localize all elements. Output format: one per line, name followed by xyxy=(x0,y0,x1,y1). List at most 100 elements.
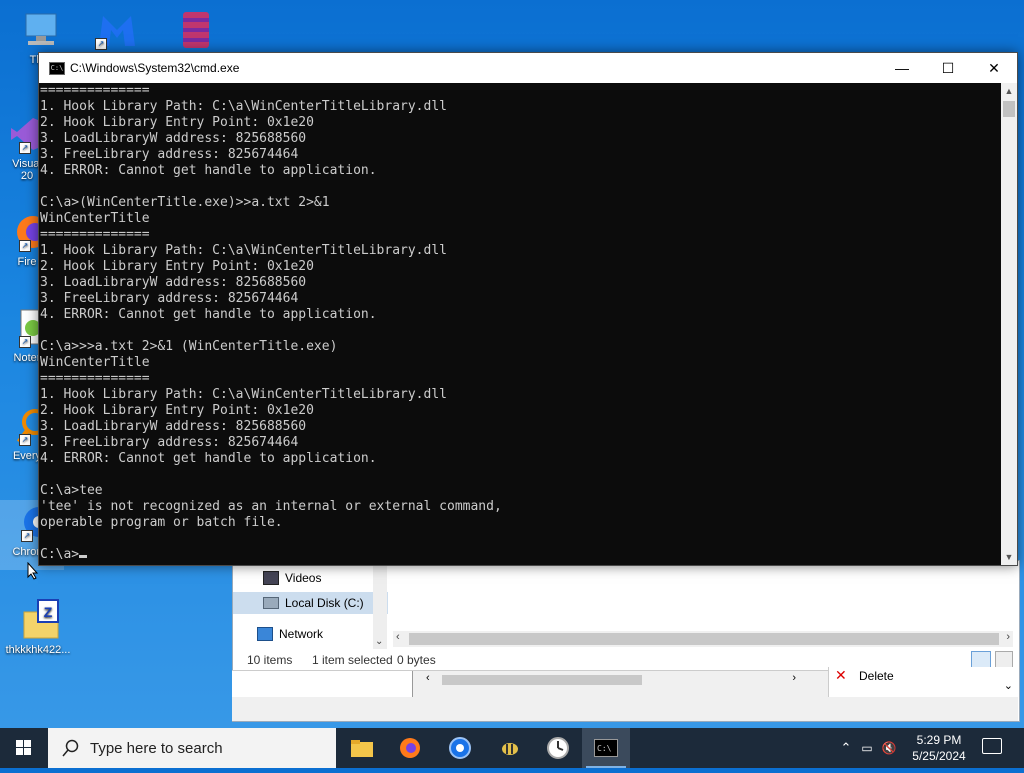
windows-logo-icon xyxy=(16,740,31,755)
explorer-nav-pane: Videos Local Disk (C:) Network ⌄ xyxy=(233,561,403,649)
console-line: 'tee' is not recognized as an internal o… xyxy=(40,499,502,514)
console-line: 3. LoadLibraryW address: 825688560 xyxy=(40,275,307,290)
close-button[interactable]: ✕ xyxy=(971,53,1017,83)
console-line: 1. Hook Library Path: C:\a\WinCenterTitl… xyxy=(40,243,447,258)
console-line: WinCenterTitle xyxy=(40,355,150,370)
chevron-left-icon[interactable]: ‹ xyxy=(396,631,400,643)
system-tray: ⌃ ▭ 🔇 xyxy=(836,728,900,768)
cmd-icon: C:\ xyxy=(594,739,618,757)
console-line: 2. Hook Library Entry Point: 0x1e20 xyxy=(40,115,314,130)
context-delete[interactable]: Delete xyxy=(859,669,894,683)
console-output[interactable]: ============== 1. Hook Library Path: C:\… xyxy=(39,83,1001,565)
shortcut-arrow-icon: ↗ xyxy=(19,434,31,446)
notifications-icon[interactable] xyxy=(982,738,1002,754)
chevron-up-icon[interactable]: ⌃ xyxy=(836,740,856,756)
console-prompt: C:\a> xyxy=(40,547,80,562)
selection-size: 0 bytes xyxy=(397,653,436,667)
chevron-right-icon[interactable]: › xyxy=(1006,631,1010,643)
console-line: 2. Hook Library Entry Point: 0x1e20 xyxy=(40,259,314,274)
start-button[interactable] xyxy=(0,728,48,768)
volume-muted-icon[interactable]: 🔇 xyxy=(878,741,900,755)
maximize-button[interactable]: ☐ xyxy=(925,53,971,83)
clock-icon xyxy=(547,737,569,759)
svg-text:C:\: C:\ xyxy=(597,744,612,753)
taskbar-clock[interactable]: 5:29 PM 5/25/2024 xyxy=(900,732,978,764)
title-bar[interactable]: C:\ C:\Windows\System32\cmd.exe — ☐ ✕ xyxy=(39,53,1017,83)
video-folder-icon xyxy=(263,571,279,585)
chevron-right-icon[interactable]: › xyxy=(792,672,796,684)
clock-date: 5/25/2024 xyxy=(912,749,966,763)
console-line: WinCenterTitle xyxy=(40,211,150,226)
scrollbar-thumb[interactable] xyxy=(1003,101,1015,117)
desktop-icon-zip-folder[interactable]: Z thkkkhk422... xyxy=(3,598,73,656)
taskbar-firefox[interactable] xyxy=(386,728,434,768)
zip-folder-icon: Z xyxy=(14,598,62,642)
taskbar-clock-app[interactable] xyxy=(534,728,582,768)
console-line: 1. Hook Library Path: C:\a\WinCenterTitl… xyxy=(40,387,447,402)
console-line: 2. Hook Library Entry Point: 0x1e20 xyxy=(40,403,314,418)
bee-app-icon xyxy=(502,743,518,755)
taskbar-search-box[interactable]: Type here to search xyxy=(48,728,336,768)
shortcut-arrow-icon: ↗ xyxy=(19,240,31,252)
desktop-icon-malwarebytes[interactable]: ↗ xyxy=(82,8,152,54)
scroll-down-arrow-icon[interactable]: ▼ xyxy=(1001,549,1017,565)
text-cursor xyxy=(79,555,88,558)
console-line: C:\a>>>a.txt 2>&1 (WinCenterTitle.exe) xyxy=(40,339,338,354)
item-count: 10 items xyxy=(247,653,293,667)
shortcut-arrow-icon: ↗ xyxy=(19,336,31,348)
console-line: ============== xyxy=(40,227,150,242)
search-placeholder: Type here to search xyxy=(90,739,223,757)
second-explorer-window: ‹ › ✕ Delete ⌄ xyxy=(232,667,1019,721)
left-pane xyxy=(232,671,413,697)
console-line: 3. LoadLibraryW address: 825688560 xyxy=(40,131,307,146)
svg-text:Z: Z xyxy=(44,604,53,620)
chevron-down-icon[interactable]: ⌄ xyxy=(1004,679,1013,692)
horizontal-scrollbar[interactable]: ‹ › xyxy=(393,631,1013,647)
desktop-icon-winrar[interactable] xyxy=(160,8,230,54)
console-line: 3. FreeLibrary address: 825674464 xyxy=(40,147,299,162)
shortcut-arrow-icon: ↗ xyxy=(95,38,107,50)
taskbar-file-explorer[interactable] xyxy=(338,728,386,768)
console-line: 4. ERROR: Cannot get handle to applicati… xyxy=(40,307,377,322)
scroll-up-arrow-icon[interactable]: ▲ xyxy=(1001,83,1017,99)
archive-icon xyxy=(171,8,219,52)
console-line: C:\a>tee xyxy=(40,483,103,498)
context-menu: ✕ Delete ⌄ xyxy=(828,667,1019,697)
network-icon xyxy=(257,627,273,641)
vertical-scrollbar[interactable]: ▲ ▼ xyxy=(1001,83,1017,565)
taskbar-cmd[interactable]: C:\ xyxy=(582,728,630,768)
nav-item-label: Local Disk (C:) xyxy=(285,596,364,610)
network-icon[interactable]: ▭ xyxy=(856,741,878,755)
scrollbar-thumb[interactable] xyxy=(442,675,642,685)
taskbar-chrome[interactable] xyxy=(436,728,484,768)
mouse-pointer-icon xyxy=(27,561,39,585)
shortcut-arrow-icon: ↗ xyxy=(21,530,33,542)
console-text: ============== 1. Hook Library Path: C:\… xyxy=(39,83,1001,563)
console-line: 4. ERROR: Cannot get handle to applicati… xyxy=(40,451,377,466)
taskbar: Type here to search C:\ ⌃ ▭ 🔇 5:29 PM 5/… xyxy=(0,728,1024,768)
chrome-icon xyxy=(449,737,471,759)
nav-item-label: Network xyxy=(279,627,324,641)
nav-scrollbar[interactable]: ⌄ xyxy=(373,561,387,649)
console-line: operable program or batch file. xyxy=(40,515,283,530)
console-line: 3. FreeLibrary address: 825674464 xyxy=(40,435,299,450)
selection-count: 1 item selected xyxy=(312,653,393,667)
console-line: ============== xyxy=(40,83,150,98)
cmd-window[interactable]: C:\ C:\Windows\System32\cmd.exe — ☐ ✕ ==… xyxy=(38,52,1018,566)
horizontal-scrollbar[interactable]: ‹ › xyxy=(422,672,802,687)
cmd-icon: C:\ xyxy=(49,62,65,75)
taskbar-app-bee[interactable] xyxy=(486,728,534,768)
malwarebytes-icon: ↗ xyxy=(93,8,141,52)
nav-item-videos[interactable]: Videos xyxy=(263,571,321,585)
scrollbar-thumb[interactable] xyxy=(409,633,999,645)
chevron-left-icon[interactable]: ‹ xyxy=(426,672,430,684)
chevron-down-icon[interactable]: ⌄ xyxy=(375,636,383,647)
nav-item-label: Videos xyxy=(285,571,322,585)
computer-icon xyxy=(16,8,64,52)
minimize-button[interactable]: — xyxy=(879,53,925,83)
drive-icon xyxy=(263,597,279,609)
nav-item-network[interactable]: Network xyxy=(257,627,323,641)
console-line: 3. LoadLibraryW address: 825688560 xyxy=(40,419,307,434)
console-line: 4. ERROR: Cannot get handle to applicati… xyxy=(40,163,377,178)
firefox-icon xyxy=(400,738,420,758)
